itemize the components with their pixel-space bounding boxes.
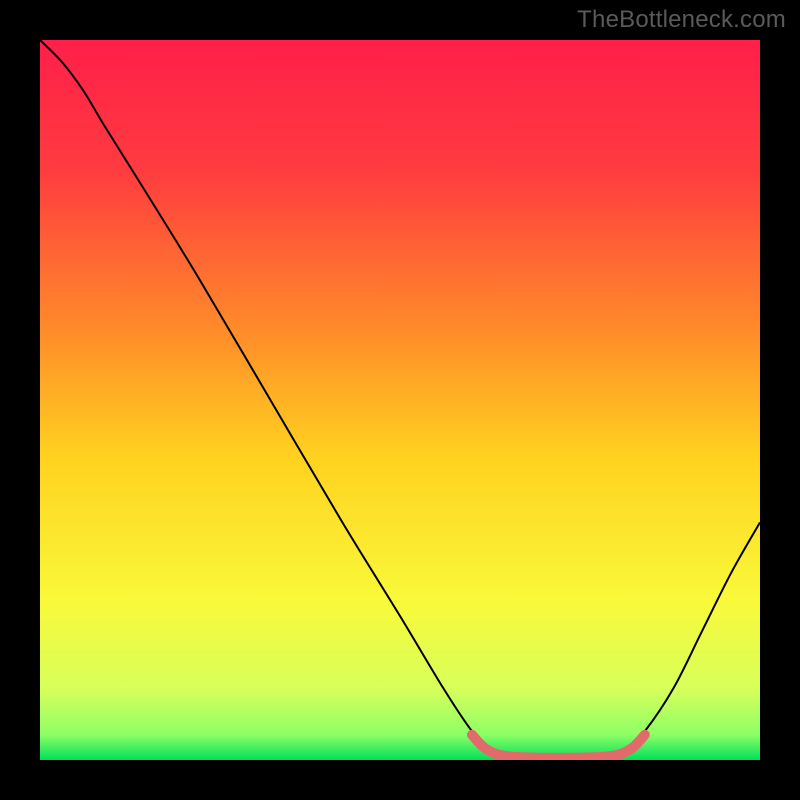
chart-frame: TheBottleneck.com bbox=[0, 0, 800, 800]
watermark-text: TheBottleneck.com bbox=[577, 6, 786, 34]
plot-area bbox=[40, 40, 760, 760]
plot-svg bbox=[40, 40, 760, 760]
gradient-background bbox=[40, 40, 760, 760]
